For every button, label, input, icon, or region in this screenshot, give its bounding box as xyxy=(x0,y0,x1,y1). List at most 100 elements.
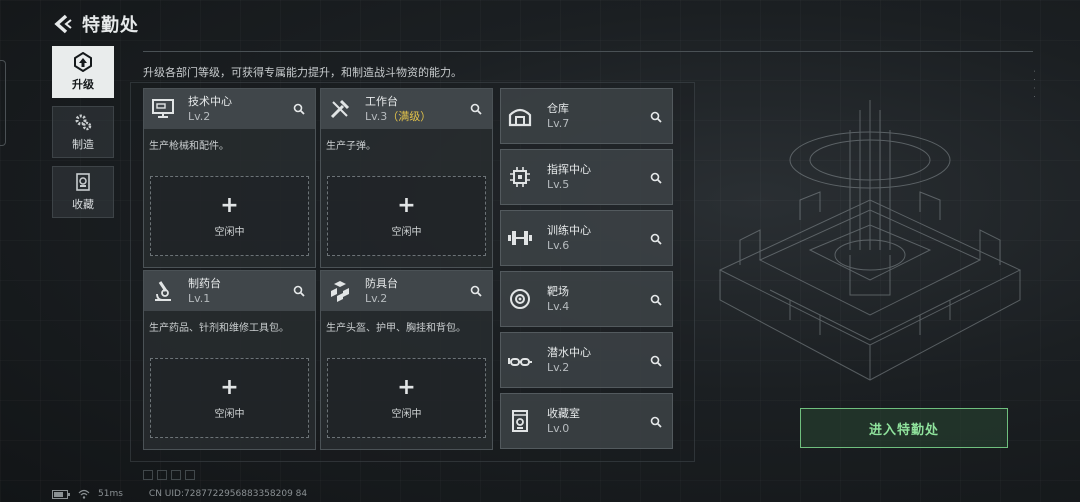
tab-manufacture-label: 制造 xyxy=(72,138,94,151)
production-slot[interactable]: + 空闲中 xyxy=(327,176,486,256)
decorative-boxes xyxy=(143,470,199,480)
facility-level: Lv.5 xyxy=(547,177,570,191)
facility-diving-center[interactable]: 潜水中心 Lv.2 xyxy=(500,332,673,388)
ping-value: 51ms xyxy=(98,489,123,499)
card-header: 防具台 Lv.2 xyxy=(321,271,492,311)
left-edge-handle[interactable] xyxy=(0,60,6,146)
decor-box xyxy=(185,470,195,480)
page-title: 特勤处 xyxy=(82,15,139,36)
card-description: 生产药品、针剂和维修工具包。 xyxy=(149,323,289,334)
diving-goggles-icon xyxy=(507,347,533,373)
production-slot[interactable]: + 空闲中 xyxy=(327,358,486,438)
microscope-icon xyxy=(150,278,176,304)
facility-command-center[interactable]: 指挥中心 Lv.5 xyxy=(500,149,673,205)
decor-box xyxy=(171,470,181,480)
facility-collection-room[interactable]: 收藏室 Lv.0 xyxy=(500,393,673,449)
decorative-vertical-text: · · · · xyxy=(1030,70,1038,100)
search-icon[interactable] xyxy=(646,168,666,188)
production-slot[interactable]: + 空闲中 xyxy=(150,176,309,256)
search-icon[interactable] xyxy=(646,290,666,310)
search-icon[interactable] xyxy=(289,281,309,301)
search-icon[interactable] xyxy=(289,99,309,119)
card-description: 生产头盔、护甲、胸挂和背包。 xyxy=(326,323,466,334)
chip-icon xyxy=(507,164,533,190)
card-header: 工作台 Lv.3（满级） xyxy=(321,89,492,129)
facility-level: Lv.4 xyxy=(547,299,570,313)
facility-shooting-range[interactable]: 靶场 Lv.4 xyxy=(500,271,673,327)
enter-button-label: 进入特勤处 xyxy=(868,422,939,438)
facility-name: 靶场 xyxy=(547,284,569,298)
search-icon[interactable] xyxy=(646,107,666,127)
card-level: Lv.3（满级） xyxy=(365,109,431,124)
base-wireframe-illustration xyxy=(700,100,1040,400)
header: 特勤处 xyxy=(52,10,139,38)
card-tech-center: 技术中心 Lv.2 生产枪械和配件。 + 空闲中 xyxy=(143,88,316,268)
slot-status: 空闲中 xyxy=(391,226,422,238)
card-header: 技术中心 Lv.2 xyxy=(144,89,315,129)
production-slot[interactable]: + 空闲中 xyxy=(150,358,309,438)
collection-icon xyxy=(76,173,90,191)
facility-warehouse[interactable]: 仓库 Lv.7 xyxy=(500,88,673,144)
card-name: 技术中心 xyxy=(188,94,232,108)
card-name: 制药台 xyxy=(188,276,221,290)
facility-level: Lv.2 xyxy=(547,360,570,374)
search-icon[interactable] xyxy=(646,351,666,371)
facility-name: 指挥中心 xyxy=(547,162,591,176)
tab-collection[interactable]: 收藏 xyxy=(52,166,114,218)
search-icon[interactable] xyxy=(466,99,486,119)
page-subtitle: 升级各部门等级，可获得专属能力提升，和制造战斗物资的能力。 xyxy=(143,66,462,79)
slot-status: 空闲中 xyxy=(214,408,245,420)
facility-name: 训练中心 xyxy=(547,223,591,237)
card-pharmacy: 制药台 Lv.1 生产药品、针剂和维修工具包。 + 空闲中 xyxy=(143,270,316,450)
collection-room-icon xyxy=(507,408,533,434)
slot-status: 空闲中 xyxy=(214,226,245,238)
search-icon[interactable] xyxy=(646,412,666,432)
armor-cubes-icon xyxy=(327,278,353,304)
card-workbench: 工作台 Lv.3（满级） 生产子弹。 + 空闲中 xyxy=(320,88,493,268)
decor-box xyxy=(157,470,167,480)
max-level-badge: （满级） xyxy=(387,109,432,123)
search-icon[interactable] xyxy=(466,281,486,301)
gears-icon xyxy=(75,114,92,131)
user-uid: CN UID:7287722956883358209 84 xyxy=(148,489,308,499)
search-icon[interactable] xyxy=(646,229,666,249)
battery-icon xyxy=(52,489,70,499)
facility-training-center[interactable]: 训练中心 Lv.6 xyxy=(500,210,673,266)
tools-icon xyxy=(327,96,353,122)
back-arrow-icon[interactable] xyxy=(52,13,74,35)
card-name: 工作台 xyxy=(365,94,398,108)
plus-icon: + xyxy=(220,374,239,400)
plus-icon: + xyxy=(220,192,239,218)
card-description: 生产子弹。 xyxy=(326,141,376,152)
card-level: Lv.2 xyxy=(188,109,211,123)
card-level: Lv.2 xyxy=(365,291,388,305)
plus-icon: + xyxy=(397,374,416,400)
card-level: Lv.1 xyxy=(188,291,211,305)
dumbbell-icon xyxy=(507,225,533,251)
upgrade-icon xyxy=(74,52,92,72)
tab-collection-label: 收藏 xyxy=(72,198,94,211)
top-divider xyxy=(143,51,1033,52)
card-header: 制药台 Lv.1 xyxy=(144,271,315,311)
plus-icon: + xyxy=(397,192,416,218)
card-level-value: Lv.3 xyxy=(365,109,388,123)
computer-icon xyxy=(150,96,176,122)
slot-status: 空闲中 xyxy=(391,408,422,420)
side-tabs: 升级 制造 收藏 xyxy=(52,46,116,226)
tab-upgrade-label: 升级 xyxy=(72,78,94,91)
card-armor-bench: 防具台 Lv.2 生产头盔、护甲、胸挂和背包。 + 空闲中 xyxy=(320,270,493,450)
card-name: 防具台 xyxy=(365,276,398,290)
tab-manufacture[interactable]: 制造 xyxy=(52,106,114,158)
wifi-icon xyxy=(78,489,90,499)
target-icon xyxy=(507,286,533,312)
warehouse-icon xyxy=(507,103,533,129)
enter-special-ops-button[interactable]: 进入特勤处 xyxy=(800,408,1008,448)
facility-level: Lv.6 xyxy=(547,238,570,252)
status-bar: 51ms CN UID:7287722956883358209 84 xyxy=(52,489,315,499)
facility-level: Lv.0 xyxy=(547,421,570,435)
facility-name: 潜水中心 xyxy=(547,345,591,359)
facility-name: 收藏室 xyxy=(547,406,580,420)
facility-level: Lv.7 xyxy=(547,116,570,130)
card-description: 生产枪械和配件。 xyxy=(149,141,229,152)
tab-upgrade[interactable]: 升级 xyxy=(52,46,114,98)
